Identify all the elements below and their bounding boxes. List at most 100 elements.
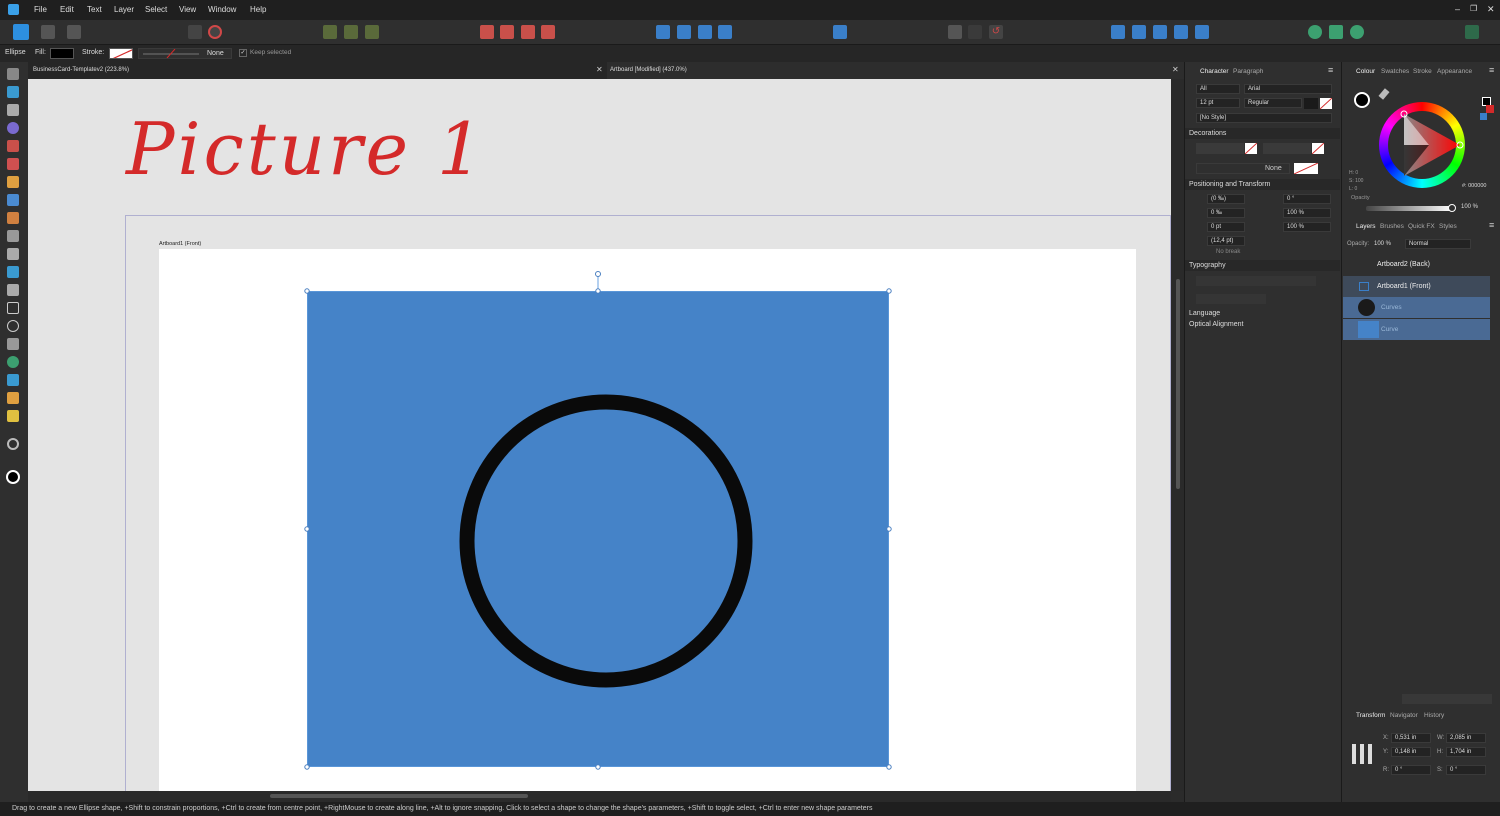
fill-swatch[interactable] <box>50 48 74 59</box>
close-tab-icon[interactable]: ✕ <box>1172 65 1179 74</box>
place-image-icon[interactable] <box>7 266 19 278</box>
menu-edit[interactable]: Edit <box>60 5 74 14</box>
tab-artboard-active[interactable]: Artboard [Modified] (437.0%) ✕ <box>607 62 1184 79</box>
layer-curves[interactable]: Curves <box>1343 297 1490 318</box>
panel-menu-icon[interactable]: ≡ <box>1328 65 1333 75</box>
panel-menu-icon[interactable]: ≡ <box>1489 220 1494 230</box>
tab-swatches[interactable]: Swatches <box>1381 68 1409 75</box>
rotation-field[interactable]: 0 ° <box>1283 194 1331 204</box>
positioning-header-bar[interactable]: Positioning and Transform <box>1185 179 1340 190</box>
menu-view[interactable]: View <box>179 5 196 14</box>
strike-options[interactable] <box>1263 143 1311 154</box>
colour-wheel[interactable] <box>1379 102 1465 188</box>
shear-field[interactable]: 0 ° <box>1446 765 1486 775</box>
h-field[interactable]: 1,704 in <box>1446 747 1486 757</box>
zoom-tool-icon[interactable] <box>7 438 19 450</box>
tab-brushes[interactable]: Brushes <box>1380 223 1404 230</box>
optical-alignment-section[interactable]: Optical Alignment <box>1189 321 1243 328</box>
decoration-line-style[interactable]: None <box>1196 163 1290 174</box>
font-dropdown[interactable]: Arial <box>1244 84 1332 94</box>
share-icon[interactable] <box>1350 25 1364 39</box>
menu-text[interactable]: Text <box>87 5 102 14</box>
kerning-field[interactable]: 0 ‰ <box>1207 208 1245 218</box>
opacity-slider[interactable] <box>1366 206 1452 211</box>
stroke-style-dropdown[interactable]: None <box>138 48 232 59</box>
tab-character[interactable]: Character <box>1200 68 1229 75</box>
text-color-swatch[interactable] <box>1304 98 1318 109</box>
keep-selected-checkbox[interactable]: ✓ <box>239 49 247 57</box>
move-forward-icon[interactable] <box>521 25 535 39</box>
typography-header-bar[interactable]: Typography <box>1185 260 1340 271</box>
tab-colour[interactable]: Colour <box>1356 68 1375 75</box>
tracking-field[interactable]: (0 ‰) <box>1207 194 1245 204</box>
opacity-value[interactable]: 100 % <box>1461 204 1478 210</box>
pencil-tool-icon[interactable] <box>7 176 19 188</box>
typography-options[interactable] <box>1196 276 1316 286</box>
rotate-right-icon[interactable] <box>718 25 732 39</box>
decoration-line-color[interactable] <box>1294 163 1318 174</box>
paint-brush-icon[interactable] <box>7 212 19 224</box>
layers-bottom-toolbar[interactable] <box>1402 694 1492 704</box>
move-backward-icon[interactable] <box>500 25 514 39</box>
layer-opacity-value[interactable]: 100 % <box>1374 241 1391 247</box>
snapping-icon[interactable] <box>188 25 202 39</box>
typography-more-button[interactable] <box>1196 294 1266 304</box>
crop-icon[interactable] <box>948 25 962 39</box>
ellipse-tool-icon[interactable] <box>7 320 19 332</box>
decoration-options[interactable] <box>1196 143 1244 154</box>
fill-tool-icon[interactable] <box>7 230 19 242</box>
assistant-settings-icon[interactable] <box>1329 25 1343 39</box>
point-transform-icon[interactable] <box>7 122 19 134</box>
insert-inside-icon[interactable] <box>323 25 337 39</box>
rotation-angle-field[interactable]: 0 ° <box>1391 765 1431 775</box>
symbol-tool-icon[interactable] <box>7 356 19 368</box>
decorations-header-bar[interactable]: Decorations <box>1185 128 1340 139</box>
persona-export-icon[interactable] <box>67 25 81 39</box>
flip-vertical-icon[interactable] <box>677 25 691 39</box>
fill-stroke-indicator-icon[interactable] <box>6 470 20 484</box>
scope-dropdown[interactable]: All <box>1196 84 1240 94</box>
eyedropper-icon[interactable] <box>1378 88 1390 100</box>
vscale-field[interactable]: 100 % <box>1283 222 1331 232</box>
hscale-field[interactable]: 100 % <box>1283 208 1331 218</box>
app-logo[interactable] <box>8 4 19 15</box>
color-picker-icon[interactable] <box>7 392 19 404</box>
tab-history[interactable]: History <box>1424 712 1444 719</box>
boolean-xor-icon[interactable] <box>1174 25 1188 39</box>
leading-field[interactable]: (12,4 pt) <box>1207 236 1245 246</box>
tab-appearance[interactable]: Appearance <box>1437 68 1472 75</box>
tab-quickfx[interactable]: Quick FX <box>1408 223 1435 230</box>
boolean-intersect-icon[interactable] <box>1153 25 1167 39</box>
w-field[interactable]: 2,085 in <box>1446 733 1486 743</box>
menu-layer[interactable]: Layer <box>114 5 134 14</box>
menu-window[interactable]: Window <box>208 5 236 14</box>
assistant-icon[interactable] <box>1308 25 1322 39</box>
insert-top-icon[interactable] <box>365 25 379 39</box>
menu-help[interactable]: Help <box>250 5 266 14</box>
measure-tool-icon[interactable] <box>7 410 19 422</box>
tab-businesscard[interactable]: BusinessCard-Templatev2 (223.8%) <box>33 67 129 73</box>
tab-paragraph[interactable]: Paragraph <box>1233 68 1263 75</box>
snapping-options-icon[interactable] <box>208 25 222 39</box>
strike-color-swatch[interactable] <box>1312 143 1324 154</box>
x-field[interactable]: 0,531 in <box>1391 733 1431 743</box>
boolean-add-icon[interactable] <box>1111 25 1125 39</box>
tab-stroke[interactable]: Stroke <box>1413 68 1432 75</box>
canvas[interactable]: Picture 1 Artboard1 (Front) <box>28 79 1171 791</box>
horizontal-scrollbar[interactable] <box>28 791 1171 802</box>
minimize-icon[interactable]: – <box>1455 4 1460 14</box>
horizontal-scroll-thumb[interactable] <box>270 794 528 798</box>
font-weight-dropdown[interactable]: Regular <box>1244 98 1302 108</box>
fill-stroke-circle[interactable] <box>1354 92 1370 108</box>
layer-curve[interactable]: Curve <box>1343 319 1490 340</box>
menu-select[interactable]: Select <box>145 5 167 14</box>
layer-artboard2[interactable]: Artboard2 (Back) <box>1343 254 1490 275</box>
pen-tool-icon[interactable] <box>7 158 19 170</box>
artboard-tool-icon[interactable] <box>7 86 19 98</box>
persona-pixel-icon[interactable] <box>41 25 55 39</box>
insert-behind-icon[interactable] <box>344 25 358 39</box>
boolean-subtract-icon[interactable] <box>1132 25 1146 39</box>
align-icon[interactable] <box>833 25 847 39</box>
rectangle-tool-icon[interactable] <box>7 302 19 314</box>
opacity-slider-handle[interactable] <box>1448 204 1456 212</box>
